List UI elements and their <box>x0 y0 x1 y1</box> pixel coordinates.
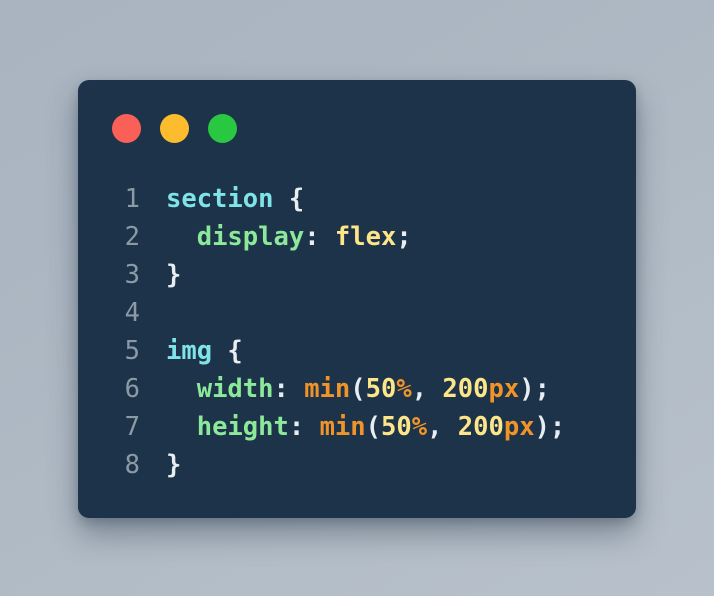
code-token-punc: ; <box>534 374 550 404</box>
code-line: 5 img { <box>78 332 636 370</box>
line-number: 8 <box>124 450 140 480</box>
code-token-punc: } <box>166 450 182 480</box>
code-token-punc: ; <box>549 412 566 442</box>
code-token-punc: ) <box>534 412 550 442</box>
line-content: section { <box>140 180 304 218</box>
line-content: display: flex; <box>140 218 412 256</box>
line-number: 6 <box>124 374 140 404</box>
window-controls <box>112 114 237 143</box>
code-token-punc <box>166 374 197 404</box>
code-token-fn: % <box>411 412 428 442</box>
code-token-fn: min <box>304 374 351 404</box>
code-token-punc: ; <box>396 222 412 252</box>
code-token-fn: % <box>396 374 412 404</box>
code-token-fn: px <box>503 412 535 442</box>
line-number: 5 <box>124 336 140 366</box>
code-token-punc <box>273 184 288 214</box>
line-content: } <box>140 446 181 484</box>
line-content: img { <box>140 332 243 370</box>
zoom-window-button[interactable] <box>208 114 237 143</box>
code-token-punc: { <box>288 184 305 214</box>
code-token-sel: img <box>166 336 213 366</box>
code-window-card: 1 section {2 display: flex; 3} 4 5 img {6 wid… <box>78 80 636 518</box>
code-token-prop: width <box>196 374 274 404</box>
code-token-prop: display <box>196 222 305 252</box>
code-token-punc: ) <box>519 374 535 404</box>
code-token-punc: , <box>427 412 458 442</box>
line-number: 7 <box>124 412 140 442</box>
code-token-val: 50 <box>380 412 412 442</box>
code-token-val: 50 <box>365 374 397 404</box>
code-token-punc: ( <box>365 412 381 442</box>
code-line: 2 display: flex; <box>78 218 636 256</box>
page-background: 1 section {2 display: flex; 3} 4 5 img {6 wid… <box>0 0 714 596</box>
code-token-val: 200 <box>442 374 489 404</box>
code-token-punc <box>212 336 227 366</box>
line-content: height: min(50%, 200px); <box>140 408 566 446</box>
code-token-punc: : <box>288 412 320 442</box>
code-token-val: 200 <box>457 412 504 442</box>
code-token-prop: height <box>196 412 289 442</box>
code-line: 1 section { <box>78 180 636 218</box>
line-content: } <box>140 256 181 294</box>
close-window-button[interactable] <box>112 114 141 143</box>
code-token-sel: section <box>166 184 274 214</box>
code-line: 7 height: min(50%, 200px); <box>78 408 636 446</box>
code-token-punc: { <box>227 336 243 366</box>
code-token-punc: : <box>304 222 335 252</box>
line-number: 4 <box>124 298 140 328</box>
code-token-punc: } <box>166 260 182 290</box>
code-token-punc: , <box>411 374 443 404</box>
code-line: 6 width: min(50%, 200px); <box>78 370 636 408</box>
line-content: width: min(50%, 200px); <box>140 370 550 408</box>
minimize-window-button[interactable] <box>160 114 189 143</box>
line-number: 1 <box>124 184 140 214</box>
code-line: 3} <box>78 256 636 294</box>
code-token-fn: px <box>488 374 520 404</box>
code-line: 8} <box>78 446 636 484</box>
line-number: 2 <box>124 222 140 252</box>
code-editor[interactable]: 1 section {2 display: flex; 3} 4 5 img {6 wid… <box>78 180 636 484</box>
code-token-fn: min <box>319 412 366 442</box>
code-token-punc: ( <box>350 374 366 404</box>
code-token-punc <box>166 412 197 442</box>
code-line: 4 <box>78 294 636 332</box>
code-token-punc <box>166 222 197 252</box>
line-number: 3 <box>124 260 140 290</box>
code-token-punc: : <box>273 374 305 404</box>
code-token-val: flex <box>334 222 397 252</box>
